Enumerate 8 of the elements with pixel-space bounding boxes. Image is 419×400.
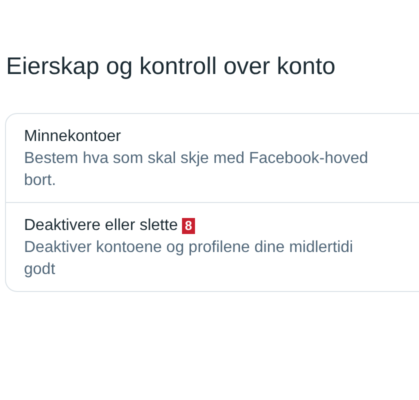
- row-description: Deaktiver kontoene og profilene dine midlertidi godt: [24, 238, 354, 280]
- number-badge: 8: [182, 218, 196, 234]
- page-heading: Eierskap og kontroll over konto: [6, 52, 337, 82]
- settings-row[interactable]: Deaktivere eller slette 8 Deaktiver kontoene og profilene dine midlertidi godt: [6, 202, 419, 291]
- row-title: Deaktivere eller slette: [24, 216, 178, 236]
- row-title: Minnekontoer: [24, 127, 121, 147]
- row-description: Bestem hva som skal skje med Facebook-hoved bort.: [24, 149, 368, 191]
- settings-row[interactable]: Minnekontoer Bestem hva som skal skje med Facebook-hoved bort.: [6, 114, 419, 202]
